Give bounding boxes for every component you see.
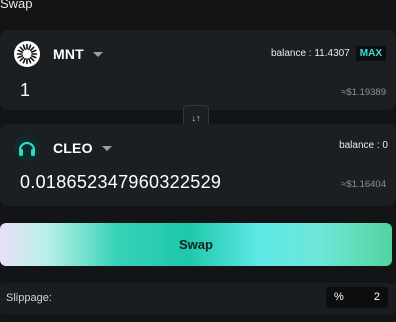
cleo-headphones-icon (14, 135, 40, 161)
chevron-down-icon (92, 51, 103, 57)
to-balance-text: balance : 0 (339, 140, 388, 151)
mantle-sun-icon (14, 41, 40, 67)
from-balance: balance : 11.4307 MAX (271, 46, 386, 61)
to-amount-output: 0.018652347960322529 (20, 172, 222, 192)
slippage-value: 2 (373, 291, 380, 303)
from-token-panel: MNT balance : 11.4307 MAX 1 ≈$1.19389 (0, 30, 396, 110)
slippage-unit: % (334, 291, 344, 303)
from-amount-input[interactable]: 1 (20, 80, 30, 101)
to-token-panel: CLEO balance : 0 0.018652347960322529 ≈$… (0, 124, 396, 206)
to-token-name: CLEO (53, 140, 93, 156)
max-button[interactable]: MAX (355, 46, 386, 61)
from-token-name: MNT (53, 46, 84, 62)
from-balance-text: balance : 11.4307 (270, 48, 350, 59)
chevron-down-icon (101, 145, 112, 151)
slippage-input[interactable]: % 2 (326, 287, 388, 308)
page-title: Swap (0, 0, 33, 11)
to-balance: balance : 0 (339, 140, 388, 151)
to-usd-value: ≈$1.16404 (341, 179, 386, 190)
to-token-selector[interactable]: CLEO (14, 135, 112, 161)
from-usd-value: ≈$1.19389 (341, 87, 386, 98)
switch-arrows-icon: ↓↑ (191, 112, 201, 123)
slippage-row: Slippage: % 2 (0, 283, 396, 314)
from-token-selector[interactable]: MNT (14, 41, 103, 67)
swap-button[interactable]: Swap (0, 223, 392, 266)
slippage-label: Slippage: (6, 292, 52, 304)
